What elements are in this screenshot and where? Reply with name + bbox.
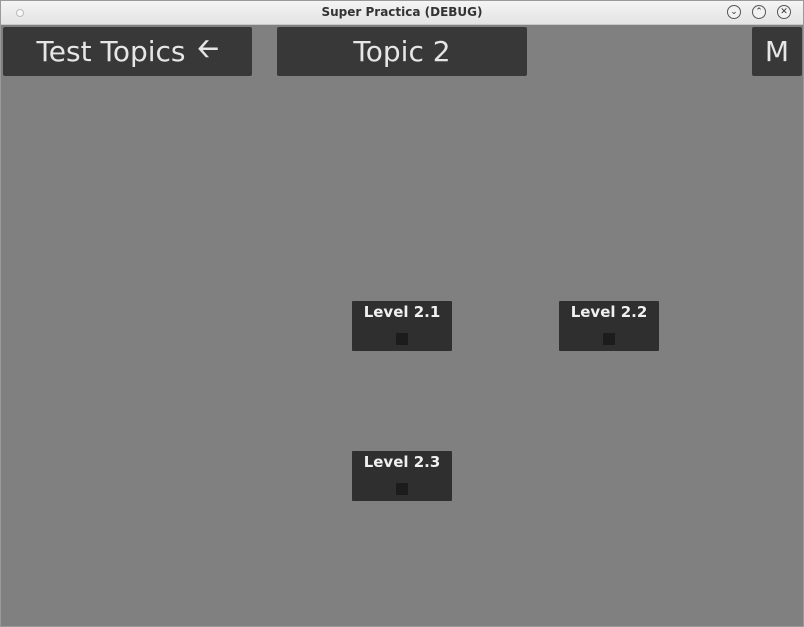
back-button-label: Test Topics: [36, 35, 186, 68]
app-window: Super Practica (DEBUG) ⌄ ⌃ ✕ Test Topics…: [0, 0, 804, 627]
level-card-2-3[interactable]: Level 2.3: [352, 451, 452, 501]
level-card-2-1[interactable]: Level 2.1: [352, 301, 452, 351]
level-progress-indicator: [603, 333, 615, 345]
topic-title-text: Topic 2: [353, 35, 451, 68]
minimize-button[interactable]: ⌄: [727, 5, 741, 19]
chevron-up-icon: ⌃: [755, 6, 763, 17]
window-title: Super Practica (DEBUG): [321, 5, 483, 19]
chevron-down-icon: ⌄: [730, 6, 738, 17]
back-button[interactable]: Test Topics 🡠: [3, 27, 252, 76]
arrow-left-icon: 🡠: [197, 33, 219, 64]
menu-button-label: M: [764, 35, 790, 68]
topic-title: Topic 2: [277, 27, 527, 76]
close-icon: ✕: [780, 6, 788, 17]
level-label: Level 2.3: [363, 453, 441, 471]
level-progress-indicator: [396, 483, 408, 495]
main-content: Test Topics 🡠 Topic 2 M Level 2.1 Level …: [1, 25, 803, 626]
title-bar[interactable]: Super Practica (DEBUG) ⌄ ⌃ ✕: [1, 1, 803, 25]
level-label: Level 2.1: [363, 303, 441, 321]
maximize-button[interactable]: ⌃: [752, 5, 766, 19]
level-label: Level 2.2: [570, 303, 648, 321]
close-button[interactable]: ✕: [777, 5, 791, 19]
menu-button[interactable]: M: [752, 27, 802, 76]
level-card-2-2[interactable]: Level 2.2: [559, 301, 659, 351]
level-progress-indicator: [396, 333, 408, 345]
